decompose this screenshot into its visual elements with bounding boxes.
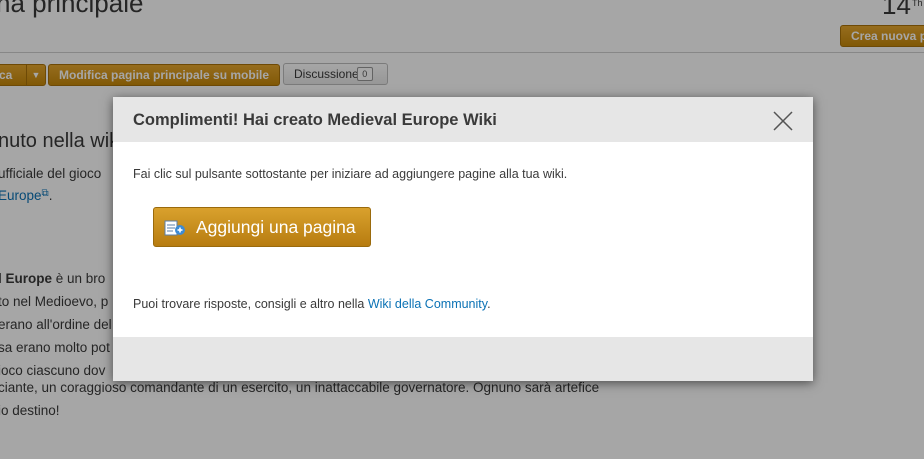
community-wiki-link[interactable]: Wiki della Community [368, 297, 487, 311]
add-page-label: Aggiungi una pagina [196, 217, 356, 237]
add-page-button[interactable]: Aggiungi una pagina [153, 207, 371, 247]
modal-footer-text: Puoi trovare risposte, consigli e altro … [133, 297, 491, 311]
modal-title: Complimenti! Hai creato Medieval Europe … [133, 111, 497, 129]
modal-footer [113, 337, 813, 381]
close-button[interactable] [772, 110, 794, 132]
welcome-modal: Complimenti! Hai creato Medieval Europe … [113, 97, 813, 381]
close-icon [773, 111, 793, 131]
modal-header: Complimenti! Hai creato Medieval Europe … [113, 97, 813, 142]
footer-end: . [487, 297, 491, 311]
modal-instruction: Fai clic sul pulsante sottostante per in… [133, 167, 568, 181]
add-page-icon [164, 220, 185, 236]
footer-text: Puoi trovare risposte, consigli e altro … [133, 297, 368, 311]
